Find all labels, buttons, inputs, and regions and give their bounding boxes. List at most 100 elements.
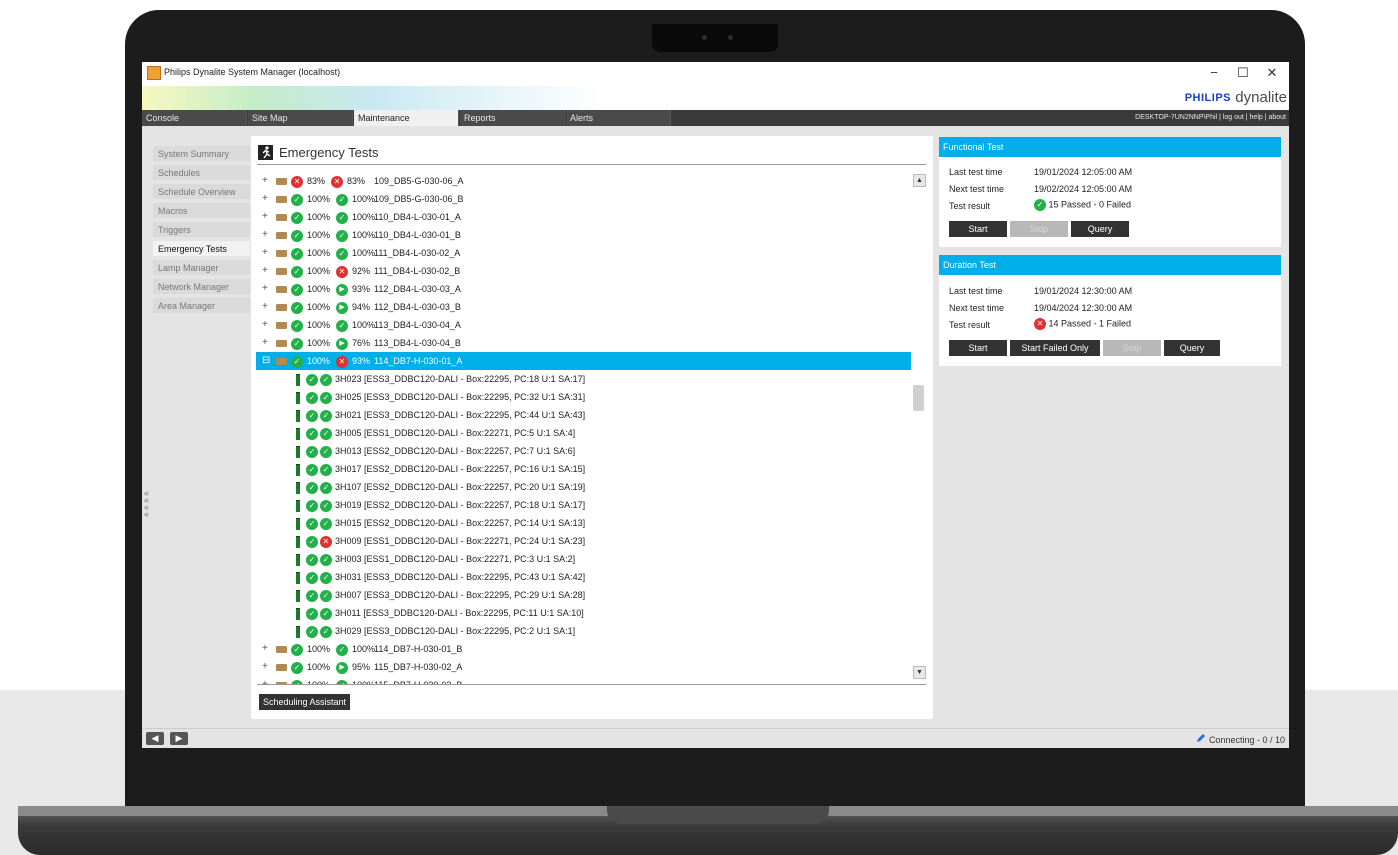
pass-icon: ✓	[1034, 199, 1046, 211]
tree-device-row[interactable]: ✓ ✓ 3H107 [ESS2_DDBC120-DALI - Box:22257, …	[256, 478, 911, 496]
user-links[interactable]: DESKTOP-7UN2NNP\Phil | log out | help | …	[1135, 110, 1286, 126]
query-button[interactable]: Query	[1071, 221, 1129, 237]
stop-button[interactable]: Stop	[1010, 221, 1068, 237]
duration-test-header: Duration Test	[939, 255, 1281, 275]
scheduling-assistant-button[interactable]: Scheduling Assistant	[259, 694, 351, 710]
query-button[interactable]: Query	[1164, 340, 1220, 356]
tree-group-row[interactable]: + ✓100%✓100%115_DB7-H-030-02_B	[256, 676, 911, 684]
expand-icon[interactable]: +	[262, 658, 270, 676]
pass-icon: ✓	[320, 427, 332, 440]
pass-icon: ✓	[306, 589, 318, 602]
start-button[interactable]: Start	[949, 221, 1007, 237]
back-arrow-icon[interactable]: ◀	[146, 732, 164, 745]
tree-device-row[interactable]: ✓ ✓ 3H017 [ESS2_DDBC120-DALI - Box:22257, …	[256, 460, 911, 478]
tree-device-row[interactable]: ✓ ✓ 3H021 [ESS3_DDBC120-DALI - Box:22295, …	[256, 406, 911, 424]
tree-bottom-divider	[257, 684, 926, 685]
tree-device-row[interactable]: ✓ ✓ 3H025 [ESS3_DDBC120-DALI - Box:22295, …	[256, 388, 911, 406]
tab-alerts[interactable]: Alerts	[566, 110, 671, 126]
sidebar-item-area-manager[interactable]: Area Manager	[153, 298, 250, 315]
tab-console[interactable]: Console	[142, 110, 247, 126]
start-failed-only-button[interactable]: Start Failed Only	[1010, 340, 1100, 356]
sidebar-item-system-summary[interactable]: System Summary	[153, 146, 250, 163]
group-name: 110_DB4-L-030-01_A	[374, 212, 461, 222]
tree-group-row[interactable]: + ✓ 100% ✓ 100% 110_DB4-L-030-01_A	[256, 208, 911, 226]
expand-icon[interactable]: +	[262, 316, 270, 334]
group-status: ✓100%✓100%	[291, 226, 375, 244]
stop-button[interactable]: Stop	[1103, 340, 1161, 356]
tree-device-row[interactable]: ✓ ✓ 3H031 [ESS3_DDBC120-DALI - Box:22295, …	[256, 568, 911, 586]
tree-device-row[interactable]: ✓ ✓ 3H019 [ESS2_DDBC120-DALI - Box:22257, …	[256, 496, 911, 514]
device-status: ✓ ✓ 3H025 [ESS3_DDBC120-DALI - Box:22295, …	[296, 388, 585, 406]
main-nav: Console Site Map Maintenance Reports Ale…	[142, 110, 1289, 126]
duration-status: ✓	[336, 247, 349, 260]
tree-device-row[interactable]: ✓ ✓ 3H013 [ESS2_DDBC120-DALI - Box:22257, …	[256, 442, 911, 460]
tree-group-row[interactable]: + ✓ 100% ▶ 93% 112_DB4-L-030-03_A	[256, 280, 911, 298]
tab-site-map[interactable]: Site Map	[248, 110, 353, 126]
tree-device-row[interactable]: ✓ ✓ 3H003 [ESS1_DDBC120-DALI - Box:22271, …	[256, 550, 911, 568]
tree-device-row[interactable]: ✓ ✓ 3H023 [ESS3_DDBC120-DALI - Box:22295, …	[256, 370, 911, 388]
scroll-down-icon[interactable]: ▼	[913, 666, 926, 679]
pass-icon: ✓	[336, 643, 349, 656]
tree-scrollbar[interactable]: ▲ ▼	[911, 172, 927, 684]
sidebar-item-macros[interactable]: Macros	[153, 203, 250, 220]
tree-group-row[interactable]: + ✓ 100% ✓ 100% 114_DB7-H-030-01_B	[256, 640, 911, 658]
tree-group-row[interactable]: + ✓ 100% ✓ 100% 109_DB5-G-030-06_B	[256, 190, 911, 208]
maximize-button[interactable]: ☐	[1231, 64, 1255, 82]
duration-test-panel: Duration Test Last test time 19/01/2024 …	[939, 255, 1281, 366]
duration-percent: 93%	[352, 284, 371, 294]
tree-device-row[interactable]: ✓ ✓ 3H011 [ESS3_DDBC120-DALI - Box:22295, …	[256, 604, 911, 622]
pass-icon: ✓	[306, 535, 318, 548]
sidebar-item-triggers[interactable]: Triggers	[153, 222, 250, 239]
sidebar-item-lamp-manager[interactable]: Lamp Manager	[153, 260, 250, 277]
expand-icon[interactable]: +	[262, 208, 270, 226]
tree-group-row[interactable]: + ✓ 100% ▶ 94% 112_DB4-L-030-03_B	[256, 298, 911, 316]
next-test-value: 19/04/2024 12:30:00 AM	[1034, 303, 1133, 313]
tree-group-row[interactable]: + ✓ 100% ✓ 100% 111_DB4-L-030-02_A	[256, 244, 911, 262]
sidebar-item-schedule-overview[interactable]: Schedule Overview	[153, 184, 250, 201]
sidebar-item-network-manager[interactable]: Network Manager	[153, 279, 250, 296]
scroll-thumb[interactable]	[913, 385, 924, 411]
tree-group-row[interactable]: ⊟ ✓ 100% ✕ 93% 114_DB7-H-030-01_A	[256, 352, 911, 370]
tree-device-row[interactable]: ✓ ✓ 3H015 [ESS2_DDBC120-DALI - Box:22257, …	[256, 514, 911, 532]
tree-group-row[interactable]: + ✓ 100% ✓ 100% 110_DB4-L-030-01_B	[256, 226, 911, 244]
tree-device-row[interactable]: ✓ ✕ 3H009 [ESS1_DDBC120-DALI - Box:22271, …	[256, 532, 911, 550]
expand-icon[interactable]: +	[262, 334, 270, 352]
functional-test-header: Functional Test	[939, 137, 1281, 157]
minimize-button[interactable]: −	[1202, 64, 1226, 82]
tree-group-row[interactable]: + ✓ 100% ▶ 95% 115_DB7-H-030-02_A	[256, 658, 911, 676]
expand-icon[interactable]: +	[262, 244, 270, 262]
tree-group-row[interactable]: + ✓ 100% ✕ 92% 111_DB4-L-030-02_B	[256, 262, 911, 280]
tree-device-row[interactable]: ✓ ✓ 3H005 [ESS1_DDBC120-DALI - Box:22271, …	[256, 424, 911, 442]
device-status: ✓ ✓ 3H013 [ESS2_DDBC120-DALI - Box:22257, …	[296, 442, 575, 460]
expand-icon[interactable]: +	[262, 640, 270, 658]
collapse-chevron-icon: «	[144, 509, 150, 519]
scroll-up-icon[interactable]: ▲	[913, 174, 926, 187]
expand-icon[interactable]: +	[262, 226, 270, 244]
tab-maintenance[interactable]: Maintenance	[354, 110, 459, 126]
tree-group-row[interactable]: + ✓ 100% ▶ 76% 113_DB4-L-030-04_B	[256, 334, 911, 352]
forward-arrow-icon[interactable]: ▶	[170, 732, 188, 745]
tree-device-row[interactable]: ✓ ✓ 3H007 [ESS3_DDBC120-DALI - Box:22295, …	[256, 586, 911, 604]
pass-icon: ✓	[291, 211, 303, 224]
collapse-icon[interactable]: ⊟	[262, 352, 270, 370]
tree-device-row[interactable]: ✓ ✓ 3H029 [ESS3_DDBC120-DALI - Box:22295, …	[256, 622, 911, 640]
expand-icon[interactable]: +	[262, 298, 270, 316]
expand-icon[interactable]: +	[262, 280, 270, 298]
emergency-test-tree[interactable]: + ✕ 83% ✕ 83% 109_DB5-G-030-06_A + ✓ 100% ✓ 100% 10…	[256, 172, 911, 684]
close-button[interactable]: ✕	[1260, 64, 1284, 82]
expand-icon[interactable]: +	[262, 190, 270, 208]
tree-group-row[interactable]: + ✕ 83% ✕ 83% 109_DB5-G-030-06_A	[256, 172, 911, 190]
sidebar-item-schedules[interactable]: Schedules	[153, 165, 250, 182]
expand-icon[interactable]: +	[262, 172, 270, 190]
tab-reports[interactable]: Reports	[460, 110, 565, 126]
app-window: Philips Dynalite System Manager (localho…	[142, 62, 1289, 768]
expand-icon[interactable]: +	[262, 676, 270, 684]
expand-icon[interactable]: +	[262, 262, 270, 280]
start-button[interactable]: Start	[949, 340, 1007, 356]
running-icon: ▶	[336, 283, 349, 296]
sidebar-item-emergency-tests[interactable]: Emergency Tests	[153, 241, 250, 258]
next-test-label: Next test time	[949, 184, 1005, 194]
collapse-sidebar-icon[interactable]: « « « «	[144, 489, 152, 519]
folder-icon	[276, 646, 287, 653]
tree-group-row[interactable]: + ✓ 100% ✓ 100% 113_DB4-L-030-04_A	[256, 316, 911, 334]
